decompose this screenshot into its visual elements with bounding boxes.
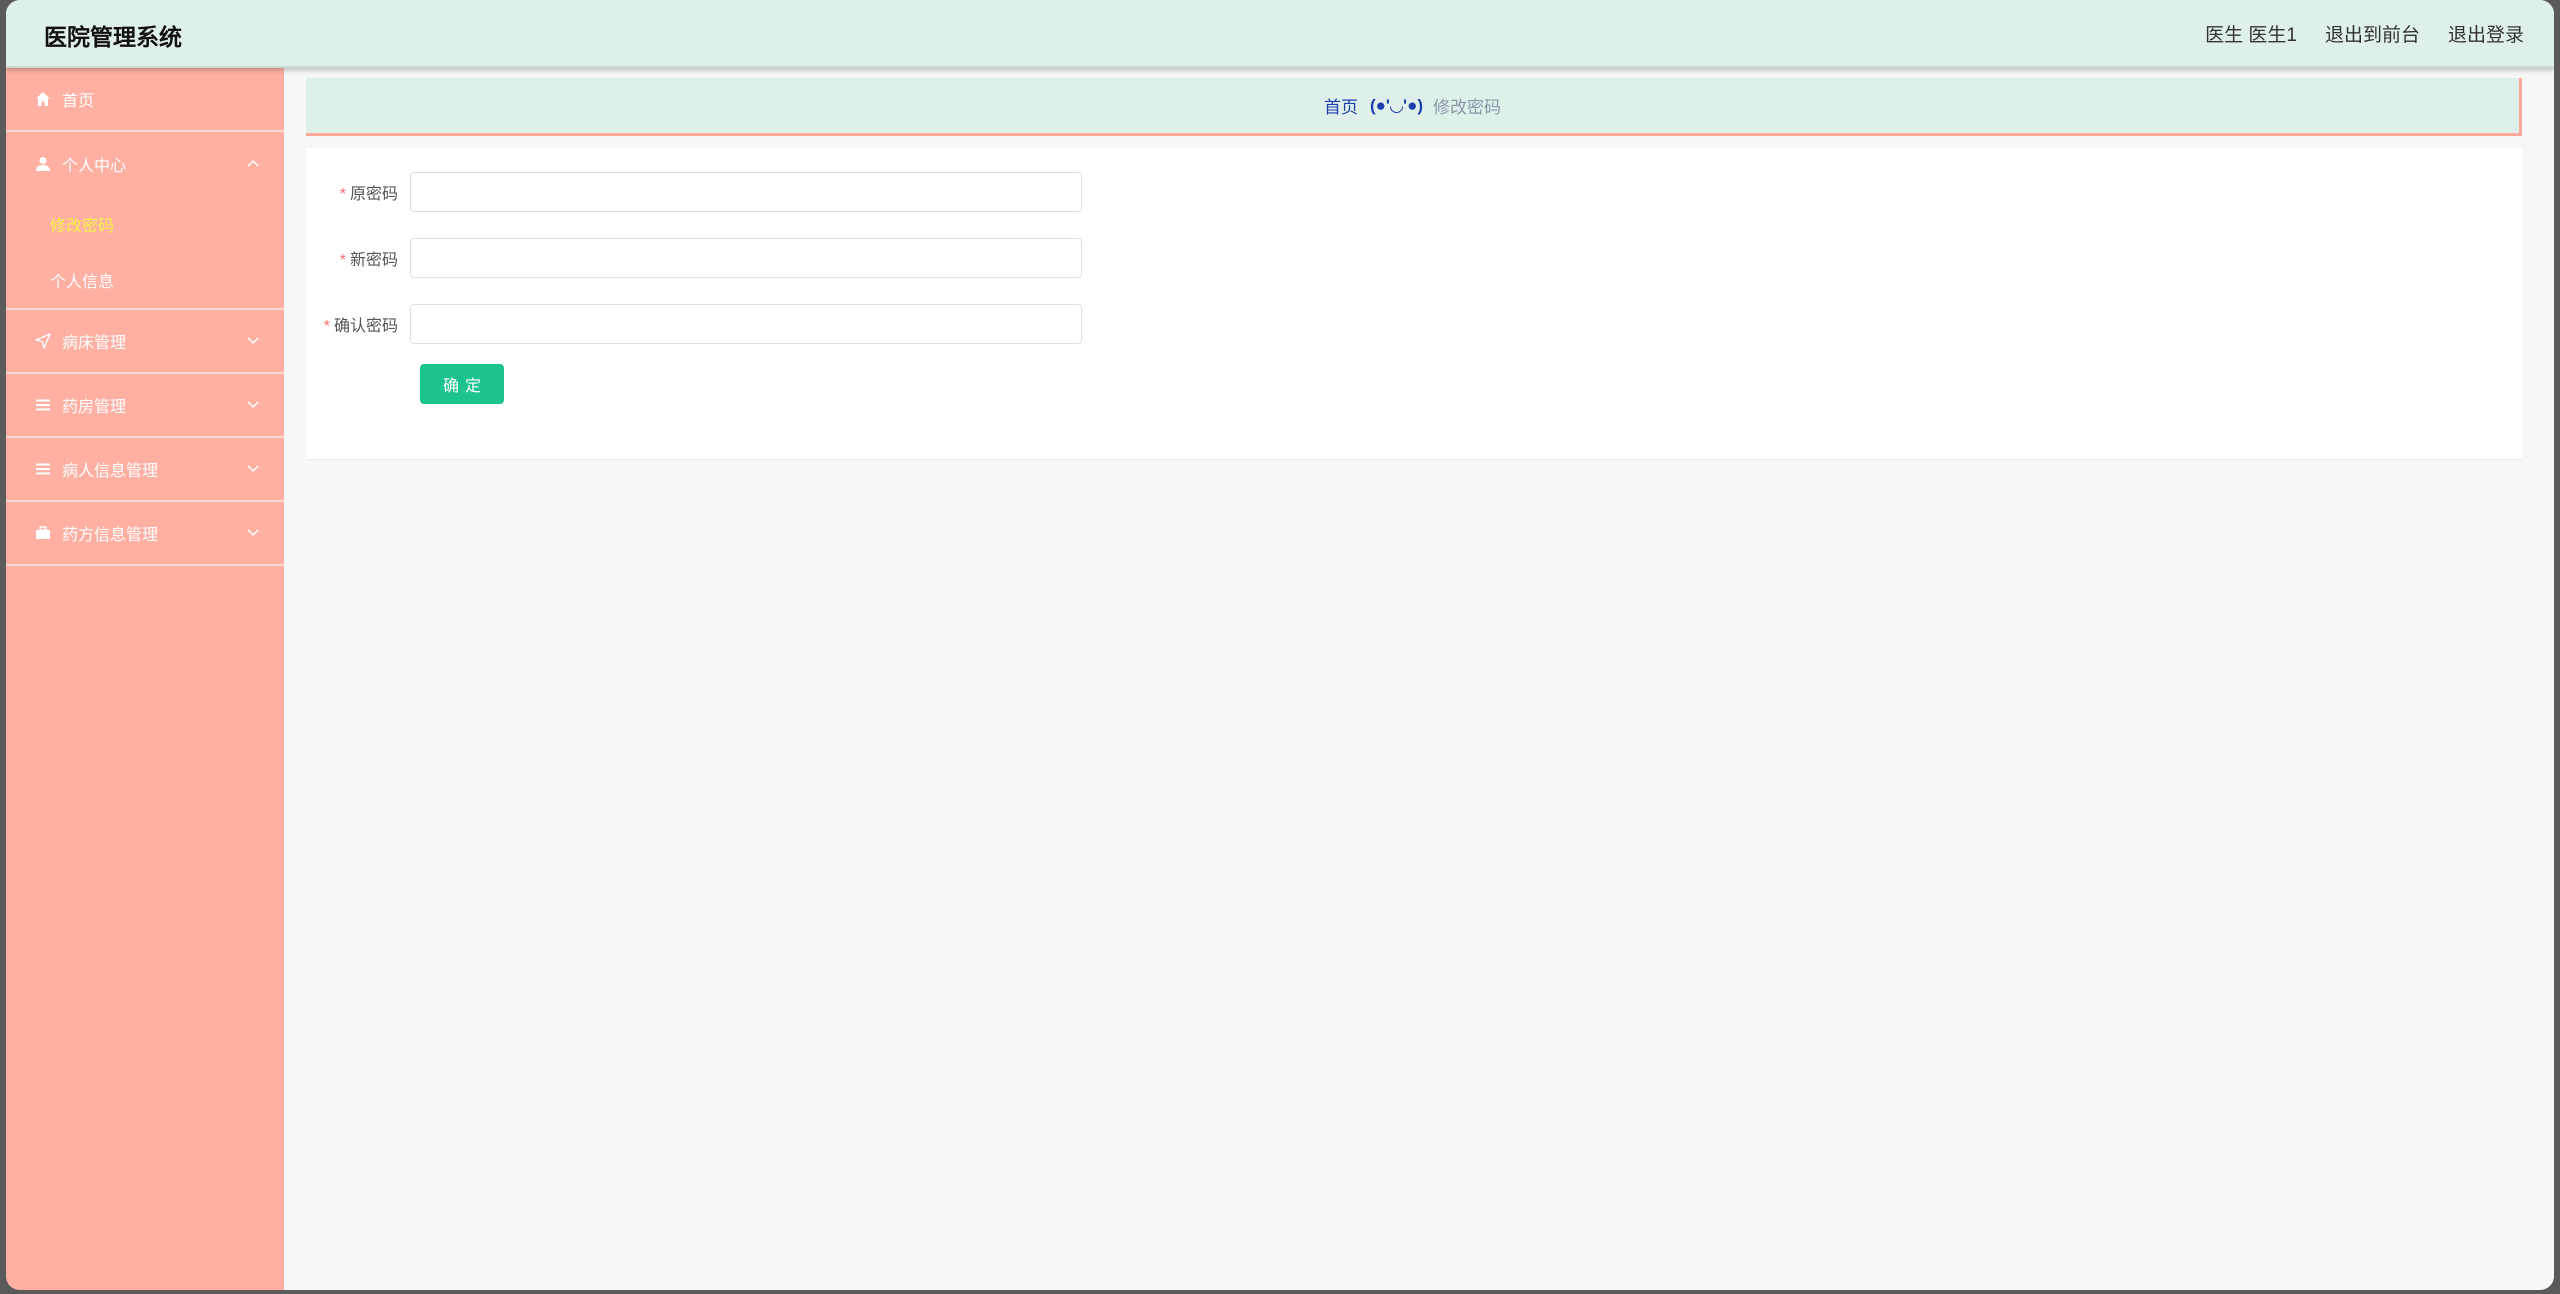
chevron-down-icon xyxy=(247,337,259,345)
header-actions: 医生 医生1 退出到前台 退出登录 xyxy=(2205,20,2524,47)
chevron-up-icon xyxy=(247,159,259,167)
list-icon xyxy=(34,396,52,414)
new-password-label: * 新密码 xyxy=(339,252,398,269)
old-password-label: * 原密码 xyxy=(339,186,398,203)
sidebar-subitem-change-password[interactable]: 修改密码 xyxy=(6,196,284,252)
chevron-down-icon xyxy=(247,529,259,537)
sidebar-item-pharmacy-management[interactable]: 药房管理 xyxy=(6,374,284,438)
exit-to-front-link[interactable]: 退出到前台 xyxy=(2325,20,2420,47)
sidebar-item-personal-center[interactable]: 个人中心 xyxy=(6,132,284,196)
sidebar-item-label: 药方信息管理 xyxy=(62,527,159,544)
breadcrumb-separator-face: (●'◡'●) xyxy=(1369,95,1424,115)
new-password-input[interactable] xyxy=(410,238,1082,278)
breadcrumb: 首页 (●'◡'●) 修改密码 xyxy=(306,78,2522,136)
main-content: 首页 (●'◡'●) 修改密码 * 原密码 * 新密码 * 确认密码 确定 xyxy=(284,68,2554,1290)
sidebar-item-prescription-info-management[interactable]: 药方信息管理 xyxy=(6,502,284,566)
list-icon xyxy=(34,460,52,478)
form-row-old-password: * 原密码 xyxy=(306,172,1082,212)
app-window: 医院管理系统 医生 医生1 退出到前台 退出登录 首页 个人中心 修改密码 个人… xyxy=(6,0,2554,1290)
confirm-button[interactable]: 确定 xyxy=(420,364,504,404)
sidebar-item-label: 药房管理 xyxy=(62,399,127,416)
top-header: 医院管理系统 医生 医生1 退出到前台 退出登录 xyxy=(6,0,2554,68)
confirm-password-label: * 确认密码 xyxy=(323,318,398,335)
sidebar-item-label: 个人中心 xyxy=(62,158,127,175)
user-icon xyxy=(34,155,52,173)
sidebar-item-label: 首页 xyxy=(62,93,95,110)
sidebar-item-label: 病床管理 xyxy=(62,335,127,352)
old-password-input[interactable] xyxy=(410,172,1082,212)
form-row-new-password: * 新密码 xyxy=(306,238,1082,278)
sidebar-item-label: 病人信息管理 xyxy=(62,463,159,480)
confirm-password-input[interactable] xyxy=(410,304,1082,344)
sidebar-item-patient-info-management[interactable]: 病人信息管理 xyxy=(6,438,284,502)
home-icon xyxy=(34,90,52,108)
form-row-confirm-password: * 确认密码 xyxy=(306,304,1082,344)
sidebar-subitem-personal-info[interactable]: 个人信息 xyxy=(6,252,284,308)
chevron-down-icon xyxy=(247,401,259,409)
sidebar: 首页 个人中心 修改密码 个人信息 病床管理 药房管理 病人信息管理 药方信息管… xyxy=(6,68,284,1290)
change-password-form: * 原密码 * 新密码 * 确认密码 确定 xyxy=(306,148,2522,460)
sidebar-group-personal: 个人中心 修改密码 个人信息 xyxy=(6,132,284,310)
chevron-down-icon xyxy=(247,465,259,473)
sidebar-item-home[interactable]: 首页 xyxy=(6,68,284,132)
app-title: 医院管理系统 xyxy=(44,24,182,50)
briefcase-icon xyxy=(34,524,52,542)
breadcrumb-home-link[interactable]: 首页 xyxy=(1324,93,1358,118)
location-arrow-icon xyxy=(34,332,52,350)
breadcrumb-current: 修改密码 xyxy=(1433,98,1502,117)
logout-link[interactable]: 退出登录 xyxy=(2448,20,2524,47)
current-user-label: 医生 医生1 xyxy=(2205,25,2297,46)
sidebar-item-bed-management[interactable]: 病床管理 xyxy=(6,310,284,374)
